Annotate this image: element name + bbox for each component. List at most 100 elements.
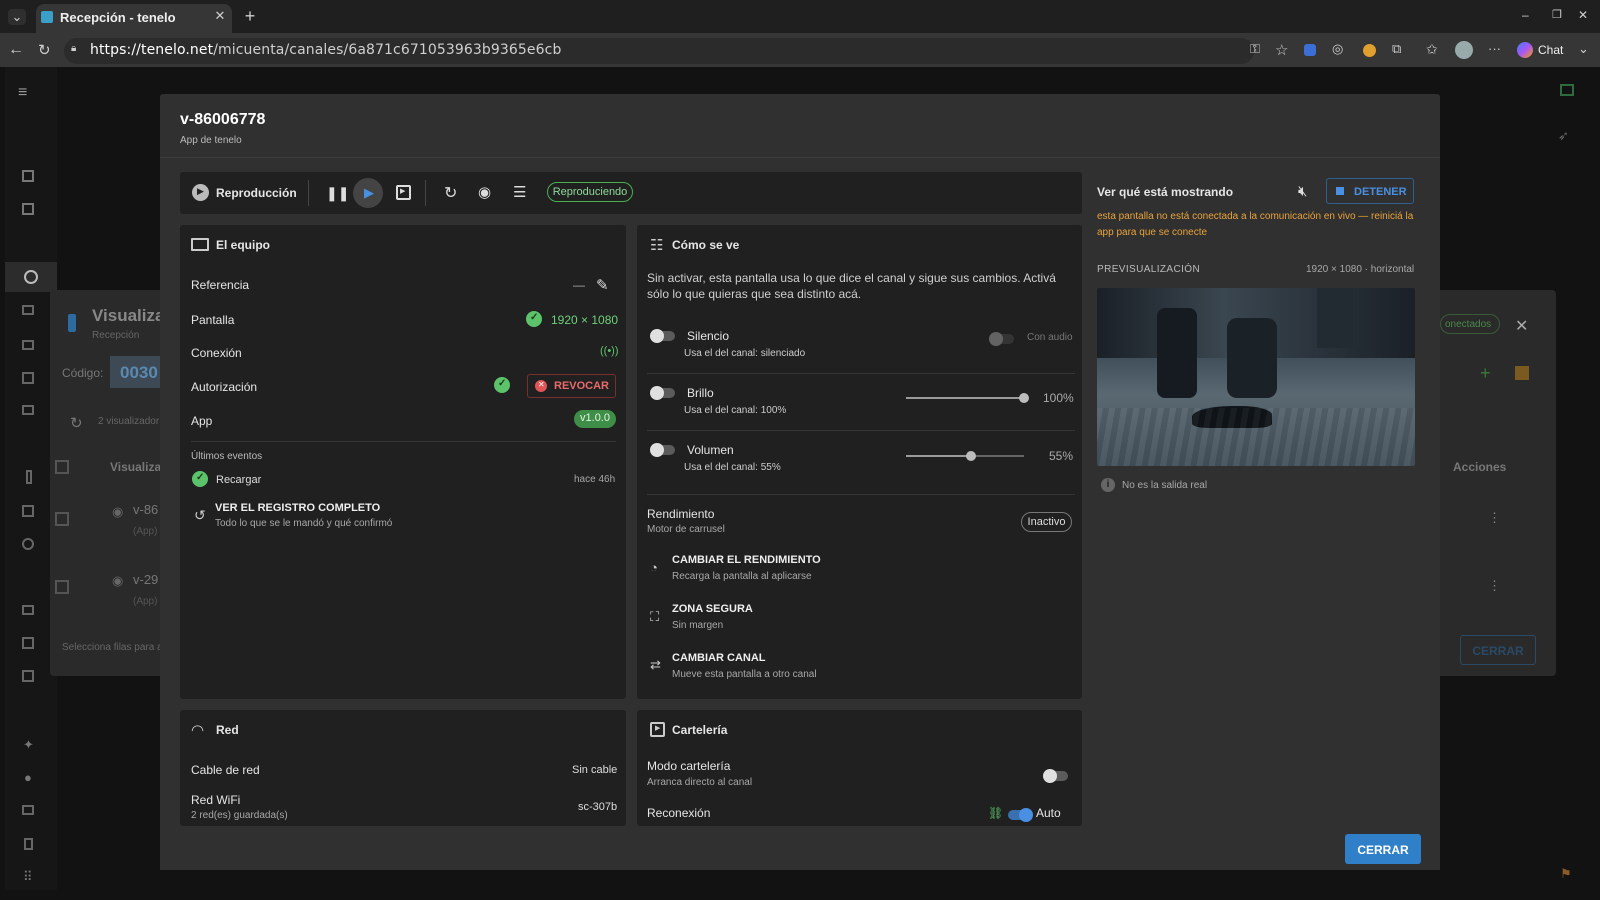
nav-pin-icon[interactable]: ● — [24, 770, 32, 785]
revocar-label[interactable]: REVOCAR — [554, 380, 609, 392]
window-close-icon[interactable]: ✕ — [1578, 8, 1588, 22]
tab-close-icon[interactable]: ✕ — [213, 8, 227, 23]
url-text[interactable]: https://tenelo.net/micuenta/canales/6a87… — [90, 42, 561, 58]
log-subtitle: Todo lo que se le mandó y qué confirmó — [215, 518, 393, 529]
tab-list-icon[interactable]: ⌄ — [8, 9, 26, 25]
underlay-row-name: v-29 — [133, 572, 159, 587]
nav-layout-icon[interactable] — [22, 372, 34, 384]
volumen-slider[interactable] — [906, 451, 1024, 461]
key-icon[interactable]: ⚿ — [1250, 41, 1260, 57]
reload-button[interactable]: ↻ — [444, 183, 457, 203]
pantalla-label: Pantalla — [191, 313, 235, 327]
favorites-icon[interactable]: ✩ — [1426, 41, 1438, 58]
cable-label: Cable de red — [191, 763, 260, 777]
volumen-value: 55% — [1049, 449, 1074, 463]
preview-cobblestone — [1097, 408, 1415, 466]
right-rocket-icon[interactable]: ➶ — [1558, 128, 1569, 144]
extension-orange-icon[interactable] — [1363, 44, 1376, 57]
info-icon: i — [1101, 478, 1115, 492]
edit-referencia-button[interactable]: ✎ — [596, 276, 609, 294]
volumen-slider-knob[interactable] — [965, 451, 976, 461]
action-title[interactable]: ZONA SEGURA — [672, 603, 753, 615]
audio-label: Con audio — [1027, 332, 1073, 343]
hamburger-menu-icon[interactable]: ≡ — [18, 84, 27, 102]
modo-carteleria-toggle[interactable] — [1043, 769, 1068, 783]
cerrar-button[interactable]: CERRAR — [1345, 834, 1421, 864]
connection-warning: esta pantalla no está conectada a la com… — [1097, 211, 1414, 238]
nav-screen-icon[interactable] — [22, 405, 34, 415]
window-restore-icon[interactable]: ❐ — [1552, 8, 1562, 21]
rendimiento-label: Rendimiento — [647, 507, 715, 521]
pause-button[interactable]: ❚❚ — [326, 185, 349, 202]
nav-grid-dots-icon[interactable]: ⠿ — [23, 869, 33, 885]
puzzle-icon[interactable]: ⧉ — [1392, 41, 1401, 57]
bookmark-star-icon[interactable]: ☆ — [1275, 41, 1288, 59]
tune-icon: ☷ — [650, 237, 664, 254]
copilot-icon[interactable] — [1517, 42, 1533, 58]
brillo-slider[interactable] — [906, 393, 1029, 403]
silencio-toggle[interactable] — [650, 329, 675, 343]
nav-megaphone-icon[interactable] — [22, 340, 34, 350]
underlay-col-visualiza: Visualiza — [110, 460, 162, 474]
nav-list-icon[interactable] — [22, 305, 34, 315]
action-sub: Mueve esta pantalla a otro canal — [672, 669, 817, 680]
action-title[interactable]: CAMBIAR CANAL — [672, 652, 766, 664]
view-button[interactable]: ◉ — [478, 183, 491, 201]
reload-icon[interactable]: ↻ — [38, 41, 51, 59]
playback-label: Reproducción — [216, 186, 297, 200]
nav-dashboard-icon[interactable] — [22, 170, 34, 182]
reconexion-toggle[interactable] — [1008, 808, 1033, 822]
nav-grid-icon[interactable] — [22, 505, 34, 517]
nav-apps-icon[interactable] — [22, 670, 34, 682]
preview-image — [1097, 288, 1415, 466]
underlay-row-name: v-86 — [133, 502, 159, 517]
right-flag-icon[interactable]: ⚑ — [1560, 866, 1572, 882]
cable-value: Sin cable — [572, 764, 618, 776]
nav-doc-icon[interactable] — [24, 838, 33, 850]
preview-leg — [1227, 318, 1277, 398]
nav-image-icon[interactable] — [22, 637, 34, 649]
equipo-title: El equipo — [216, 238, 270, 252]
new-tab-icon[interactable]: + — [241, 6, 259, 26]
site-info-icon[interactable]: 🔒︎ — [71, 43, 76, 54]
conexion-label: Conexión — [191, 346, 242, 360]
playlist-button[interactable]: ☰ — [513, 183, 526, 201]
mute-icon[interactable]: 🔇︎ — [1298, 183, 1307, 200]
referencia-value: — — [573, 278, 585, 292]
chat-chevron-icon[interactable]: ⌄ — [1578, 41, 1589, 57]
audio-toggle[interactable] — [989, 332, 1014, 346]
preview-meta: 1920 × 1080 · horizontal — [1306, 264, 1415, 275]
brillo-slider-knob[interactable] — [1019, 393, 1029, 403]
back-icon[interactable]: ← — [8, 41, 24, 59]
modo-label: Modo cartelería — [647, 759, 731, 773]
volumen-toggle[interactable] — [650, 443, 675, 457]
log-title[interactable]: VER EL REGISTRO COMPLETO — [215, 502, 380, 514]
window-minimize-icon[interactable]: – — [1522, 8, 1529, 22]
nav-video-icon[interactable] — [22, 605, 34, 615]
underlay-row-tag: (App) — [133, 596, 158, 607]
nav-clock-icon[interactable] — [22, 538, 34, 550]
link-icon: ⛓ — [988, 806, 1004, 820]
nav-chat-icon[interactable] — [22, 805, 34, 815]
nav-sparkle-icon[interactable]: ✦ — [23, 737, 34, 753]
como-title: Cómo se ve — [672, 238, 740, 252]
preview-section-label: PREVISUALIZACIÓN — [1097, 264, 1201, 275]
underlay-code-label: Código: — [62, 366, 104, 380]
extension-icon[interactable] — [1304, 44, 1316, 56]
tracking-icon[interactable]: ◎ — [1332, 41, 1343, 57]
underlay-viewers: 2 visualizador — [98, 416, 160, 427]
right-chat-icon[interactable] — [1560, 84, 1574, 96]
brillo-toggle[interactable] — [650, 386, 675, 400]
action-sub: Recarga la pantalla al aplicarse — [672, 571, 812, 582]
detener-label[interactable]: DETENER — [1354, 186, 1407, 198]
profile-avatar[interactable] — [1455, 41, 1473, 59]
nav-remote-icon[interactable] — [26, 470, 32, 484]
stop-icon — [1336, 187, 1344, 195]
preview-leg — [1317, 288, 1353, 348]
event-label: Recargar — [216, 474, 262, 486]
action-title[interactable]: CAMBIAR EL RENDIMIENTO — [672, 554, 821, 566]
reconexion-value: Auto — [1036, 806, 1061, 820]
nav-tree-icon[interactable] — [22, 203, 34, 215]
more-menu-icon[interactable]: ··· — [1488, 41, 1501, 56]
chat-label[interactable]: Chat — [1538, 43, 1563, 57]
